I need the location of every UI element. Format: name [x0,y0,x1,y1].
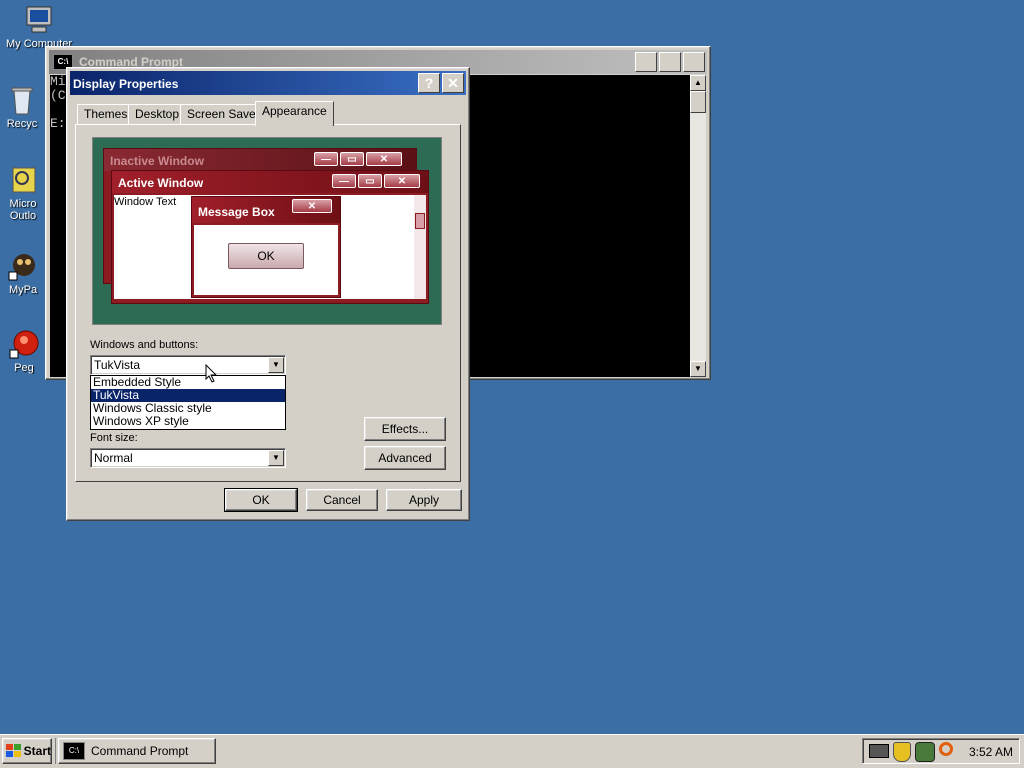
windows-logo-icon [6,744,21,757]
advanced-button[interactable]: Advanced [364,446,446,470]
windows-buttons-label: Windows and buttons: [90,339,199,351]
search-icon[interactable] [939,742,953,756]
desktop-icon-outlook[interactable]: Micro Outlo [2,164,44,222]
chevron-down-icon[interactable]: ▼ [268,357,284,373]
dialog-titlebar[interactable]: Display Properties ? ✕ [70,71,466,95]
close-icon: ✕ [384,174,420,188]
clock[interactable]: 3:52 AM [969,745,1013,759]
desktop-icon-recycle-bin[interactable]: Recyc [2,84,42,130]
system-tray: 3:52 AM [862,738,1020,764]
minimize-icon: — [314,152,338,166]
help-button[interactable]: ? [418,73,440,93]
font-size-value: Normal [94,451,133,465]
preview-scrollbar [414,195,426,299]
tab-themes[interactable]: Themes [77,104,135,124]
close-button[interactable]: ✕ [683,52,705,72]
security-shield-icon[interactable] [893,742,911,762]
console-app-icon: C:\ [63,742,85,760]
style-dropdown-list[interactable]: Embedded Style TukVista Windows Classic … [90,375,286,430]
desktop-icon-label-line2: Outlo [9,210,37,222]
tab-appearance[interactable]: Appearance [255,101,334,126]
recycle-bin-icon [6,84,38,116]
scroll-up-arrow-icon[interactable]: ▲ [690,75,706,91]
maximize-icon: ▭ [358,174,382,188]
desktop-icon-my-computer[interactable]: My Computer [4,4,74,50]
network-icon[interactable] [915,742,935,762]
taskbar-task-command-prompt[interactable]: C:\ Command Prompt [58,738,216,764]
mypal-icon [7,250,39,282]
windows-buttons-select[interactable]: TukVista ▼ [90,355,286,375]
preview-window-text: Window Text [114,196,177,208]
dialog-title: Display Properties [73,77,179,91]
preview-message-title: Message Box [198,205,275,219]
apply-button[interactable]: Apply [386,489,462,511]
start-label: Start [23,744,51,758]
my-computer-icon [23,4,55,36]
maximize-button[interactable]: □ [659,52,681,72]
close-icon: ✕ [292,199,332,213]
pegasus-icon [8,328,40,360]
taskbar: Start C:\ Command Prompt 3:52 AM [0,734,1024,768]
close-button[interactable]: ✕ [442,73,464,93]
scroll-thumb[interactable] [690,91,706,113]
desktop-icon-mypal[interactable]: MyPa [2,250,44,296]
dropdown-option[interactable]: Windows XP style [91,415,285,428]
preview-active-title: Active Window [118,176,204,190]
vertical-scrollbar[interactable]: ▲ ▼ [690,75,706,377]
outlook-icon [7,164,39,196]
desktop-icon-label: Recyc [6,118,38,130]
minimize-icon: — [332,174,356,188]
tab-desktop[interactable]: Desktop [128,104,187,124]
preview-message-box: Message Box ✕ OK [191,196,341,298]
chevron-down-icon[interactable]: ▼ [268,450,284,466]
close-icon: ✕ [366,152,402,166]
ok-button[interactable]: OK [224,488,298,512]
desktop-icon-label: MyPa [8,284,38,296]
maximize-icon: ▭ [340,152,364,166]
font-size-label: Font size: [90,432,138,444]
desktop-icon-label: Micro [9,198,37,210]
preview-ok-button: OK [228,243,304,269]
desktop-icon-pegasus[interactable]: Peg [2,328,46,374]
display-properties-dialog: Display Properties ? ✕ Themes Desktop Sc… [66,67,470,521]
appearance-preview: Inactive Window — ▭ ✕ Active Window — ▭ … [92,137,442,325]
preview-inactive-title: Inactive Window [110,154,204,168]
cancel-button[interactable]: Cancel [306,489,378,511]
desktop-icon-label: Peg [14,362,34,374]
keyboard-icon[interactable] [869,744,889,758]
task-label: Command Prompt [91,744,189,758]
appearance-panel: Inactive Window — ▭ ✕ Active Window — ▭ … [75,124,461,482]
start-button[interactable]: Start [2,738,52,764]
mouse-cursor-icon [205,364,218,383]
tab-screen-saver[interactable]: Screen Saver [180,104,267,124]
windows-buttons-value: TukVista [94,358,141,372]
effects-button[interactable]: Effects... [364,417,446,441]
minimize-button[interactable]: _ [635,52,657,72]
font-size-select[interactable]: Normal ▼ [90,448,286,468]
scroll-down-arrow-icon[interactable]: ▼ [690,361,706,377]
preview-message-body: OK [194,225,338,295]
